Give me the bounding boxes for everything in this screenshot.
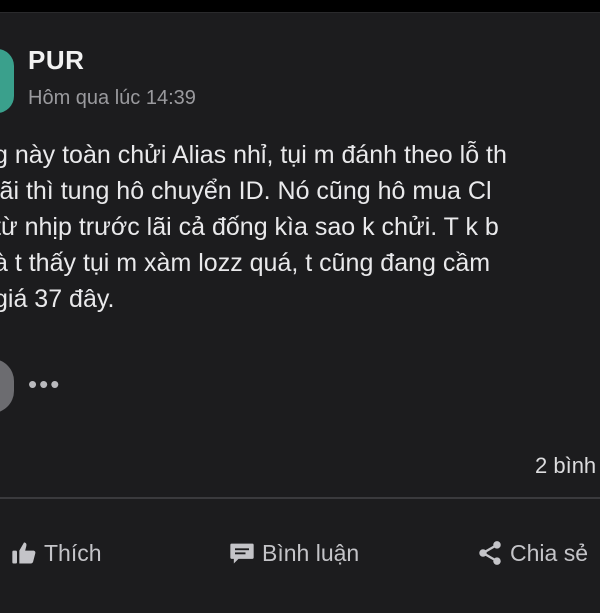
post-author[interactable]: PUR xyxy=(28,45,84,76)
post-text-line: từ nhịp trước lãi cả đống kìa sao k chửi… xyxy=(0,213,499,241)
share-button[interactable]: Chia sẻ xyxy=(476,533,588,573)
post-card: PUR Hôm qua lúc 14:39 g này toàn chửi Al… xyxy=(0,12,600,613)
post-timestamp[interactable]: Hôm qua lúc 14:39 xyxy=(28,87,196,110)
like-label: Thích xyxy=(44,539,102,566)
reaction-avatar[interactable] xyxy=(0,359,14,413)
like-button[interactable]: Thích xyxy=(10,533,102,573)
share-icon xyxy=(479,541,501,565)
comment-count[interactable]: 2 bình xyxy=(535,453,596,479)
post-text-line: lãi thì tung hô chuyển ID. Nó cũng hô mu… xyxy=(0,177,492,205)
action-bar: Thích Bình luận Chia sẻ xyxy=(0,533,600,573)
comment-icon xyxy=(230,543,254,564)
post-text-line: g này toàn chửi Alias nhỉ, tụi m đánh th… xyxy=(0,141,507,169)
thumbs-up-icon xyxy=(12,542,36,564)
post-text-line: giá 37 đây. xyxy=(0,285,115,313)
avatar[interactable] xyxy=(0,49,14,113)
more-options-icon[interactable]: ••• xyxy=(28,369,61,400)
post-text-line: à t thấy tụi m xàm lozz quá, t cũng đang… xyxy=(0,249,491,277)
comment-label: Bình luận xyxy=(262,539,360,566)
share-label: Chia sẻ xyxy=(510,539,588,566)
post-text: g này toàn chửi Alias nhỉ, tụi m đánh th… xyxy=(0,137,600,317)
divider xyxy=(0,497,600,499)
comment-button[interactable]: Bình luận xyxy=(228,533,359,573)
